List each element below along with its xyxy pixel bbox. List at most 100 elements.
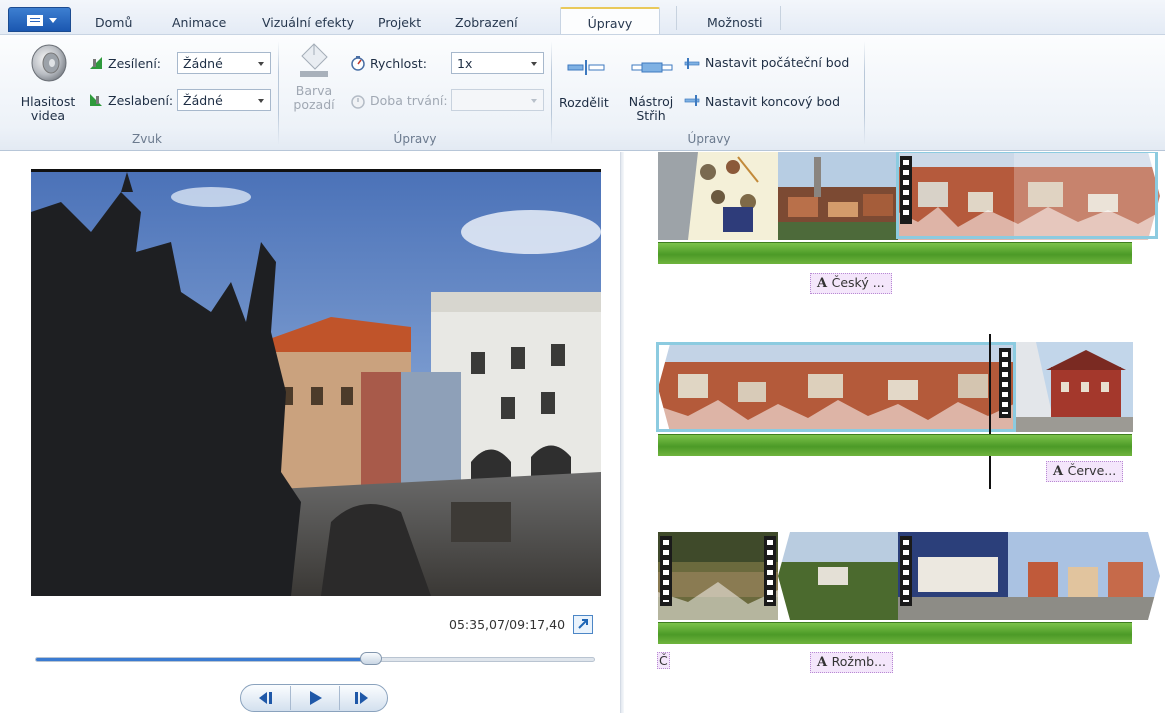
chevron-down-icon xyxy=(531,62,537,66)
audio-track[interactable] xyxy=(658,242,1132,264)
start-point-icon xyxy=(684,58,700,69)
caption-item[interactable]: A Červe... xyxy=(1046,461,1124,482)
seek-slider[interactable] xyxy=(35,657,595,662)
ribbon-tabstrip: Domů Animace Vizuální efekty Projekt Zob… xyxy=(0,0,1165,35)
video-volume-label: Hlasitost videa xyxy=(20,94,76,123)
group-label-adjust: Úpravy xyxy=(393,132,437,146)
storyboard-clip[interactable] xyxy=(778,152,898,240)
caption-item[interactable]: A Český ... xyxy=(810,273,892,294)
tab-separator xyxy=(676,6,677,30)
previous-frame-button[interactable] xyxy=(241,686,289,710)
transition-marker xyxy=(660,536,672,606)
caption-text: Český ... xyxy=(831,275,885,290)
group-separator xyxy=(864,41,865,145)
app-window: Domů Animace Vizuální efekty Projekt Zob… xyxy=(0,0,1165,713)
storyboard-clip[interactable] xyxy=(1016,342,1133,432)
fade-out-label: Zeslabení: xyxy=(108,93,174,108)
ribbon: Hlasitost videa Zesílení: Žádné Zeslaben… xyxy=(0,34,1165,151)
speed-select[interactable]: 1x xyxy=(451,52,544,74)
caption-icon: A xyxy=(817,655,832,670)
timecode: 05:35,07/09:17,40 xyxy=(449,617,566,632)
next-frame-button[interactable] xyxy=(339,686,387,710)
background-color-label: Barva pozadí xyxy=(293,83,335,112)
tab-separator xyxy=(780,6,781,30)
video-volume-button[interactable]: Hlasitost videa xyxy=(18,41,78,123)
set-end-point-label: Nastavit koncový bod xyxy=(705,94,840,109)
storyboard-clip[interactable] xyxy=(898,532,1160,620)
previous-frame-icon xyxy=(259,692,272,704)
speed-value: 1x xyxy=(457,56,473,71)
tab-animations[interactable]: Animace xyxy=(172,15,226,30)
next-frame-icon xyxy=(355,692,368,704)
tab-options[interactable]: Možnosti xyxy=(707,15,762,30)
tab-visual-effects[interactable]: Vizuální efekty xyxy=(262,15,354,30)
chevron-down-icon xyxy=(258,62,264,66)
chevron-down-icon xyxy=(531,99,537,103)
audio-track[interactable] xyxy=(658,622,1132,644)
stopwatch-icon xyxy=(351,95,365,109)
video-frame-image xyxy=(31,172,601,596)
seek-progress xyxy=(36,658,371,661)
chevron-down-icon xyxy=(258,99,264,103)
menu-icon xyxy=(27,15,43,26)
fade-in-select[interactable]: Žádné xyxy=(177,52,271,74)
end-point-icon xyxy=(684,95,700,106)
selection-frame xyxy=(896,152,1158,239)
clip-thumbnail xyxy=(658,152,778,240)
storyboard-clip[interactable] xyxy=(658,152,778,240)
transition-marker xyxy=(764,536,776,606)
play-button[interactable] xyxy=(290,686,338,710)
paint-bucket-icon xyxy=(300,43,328,77)
transition-marker xyxy=(999,348,1011,418)
expand-icon xyxy=(578,619,588,629)
fullscreen-button[interactable] xyxy=(573,615,593,634)
set-start-point-label: Nastavit počáteční bod xyxy=(705,55,850,70)
fade-out-select[interactable]: Žádné xyxy=(177,89,271,111)
fade-out-icon xyxy=(90,94,102,106)
clip-thumbnail xyxy=(778,532,898,620)
video-preview[interactable] xyxy=(31,169,601,596)
caption-icon: A xyxy=(1053,464,1068,479)
speed-label: Rychlost: xyxy=(370,56,427,71)
clip-thumbnail xyxy=(658,532,778,620)
storyboard-pane: A Český ... A Červe... Č A Rožmb... xyxy=(624,152,1165,713)
split-button[interactable]: Rozdělit xyxy=(556,41,616,126)
duration-label: Doba trvání: xyxy=(370,93,448,108)
set-start-point-button[interactable]: Nastavit počáteční bod xyxy=(684,53,859,73)
play-icon xyxy=(310,691,322,705)
duration-select[interactable] xyxy=(451,89,544,111)
speed-icon xyxy=(351,56,365,71)
caption-item[interactable]: A Rožmb... xyxy=(810,652,893,673)
playhead[interactable] xyxy=(989,334,991,489)
group-label-edit: Úpravy xyxy=(687,132,731,146)
caption-text: Červe... xyxy=(1067,463,1117,478)
group-label-sound: Zvuk xyxy=(132,132,162,146)
group-separator xyxy=(551,41,552,145)
background-color-button[interactable]: Barva pozadí xyxy=(284,41,344,126)
chevron-down-icon xyxy=(49,18,57,23)
app-menu-button[interactable] xyxy=(8,7,71,32)
tab-view[interactable]: Zobrazení xyxy=(455,15,518,30)
fade-in-value: Žádné xyxy=(183,56,223,71)
clip-thumbnail xyxy=(778,152,898,240)
audio-track[interactable] xyxy=(658,434,1132,456)
selection-frame xyxy=(656,342,1016,432)
fade-in-icon xyxy=(90,57,102,69)
caption-icon: A xyxy=(817,276,832,291)
group-separator xyxy=(278,41,279,145)
clip-thumbnail xyxy=(1016,342,1133,432)
storyboard-clip[interactable] xyxy=(778,532,898,620)
trim-icon xyxy=(631,62,673,73)
tab-edit[interactable]: Úpravy xyxy=(560,7,660,35)
trim-tool-button[interactable]: Nástroj Střih xyxy=(624,41,678,126)
playback-controls xyxy=(240,684,388,712)
tab-project[interactable]: Projekt xyxy=(378,15,421,30)
tab-home[interactable]: Domů xyxy=(95,15,132,30)
speaker-icon xyxy=(31,44,67,82)
caption-fragment[interactable]: Č xyxy=(657,652,670,669)
set-end-point-button[interactable]: Nastavit koncový bod xyxy=(684,90,859,110)
seek-thumb[interactable] xyxy=(360,652,382,665)
storyboard-clip[interactable] xyxy=(658,532,778,620)
fade-out-value: Žádné xyxy=(183,93,223,108)
clip-thumbnail xyxy=(898,532,1160,620)
